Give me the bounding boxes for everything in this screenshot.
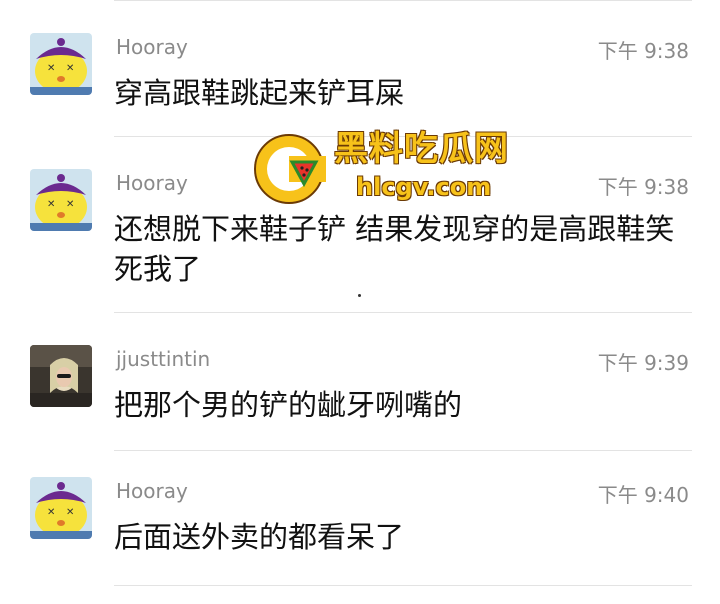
- divider: [114, 312, 692, 313]
- svg-text:✕: ✕: [66, 507, 74, 518]
- sender-name: jjusttintin: [116, 347, 211, 371]
- sender-name: Hooray: [116, 171, 188, 195]
- yellow-cartoon-avatar-icon[interactable]: ✕ ✕: [30, 169, 92, 231]
- svg-text:✕: ✕: [47, 507, 55, 518]
- watermark-domain: hlcgv.com: [356, 173, 492, 201]
- stray-dot: [358, 294, 361, 297]
- timestamp: 下午 9:40: [597, 483, 689, 507]
- timestamp: 下午 9:39: [597, 351, 689, 375]
- yellow-cartoon-avatar-icon[interactable]: ✕ ✕: [30, 33, 92, 95]
- svg-text:✕: ✕: [47, 63, 55, 74]
- svg-text:✕: ✕: [66, 199, 74, 210]
- divider: [114, 450, 692, 451]
- message-text: 后面送外卖的都看呆了: [114, 520, 405, 554]
- divider: [114, 585, 692, 586]
- timestamp: 下午 9:38: [597, 39, 689, 63]
- svg-text:✕: ✕: [47, 199, 55, 210]
- yellow-cartoon-avatar-icon[interactable]: ✕ ✕: [30, 477, 92, 539]
- chat-list: ✕ ✕ Hooray 下午 9:38 穿高跟鞋跳起来铲耳屎 ✕ ✕ Hooray…: [0, 0, 720, 604]
- photo-avatar-icon[interactable]: [30, 345, 92, 407]
- divider: [114, 0, 692, 1]
- message-text: 还想脱下来鞋子铲 结果发现穿的是高跟鞋笑死我了: [114, 212, 675, 286]
- watermark-name: 黑料吃瓜网: [334, 129, 509, 169]
- sender-name: Hooray: [116, 479, 188, 503]
- message-text: 穿高跟鞋跳起来铲耳屎: [114, 76, 405, 110]
- sender-name: Hooray: [116, 35, 188, 59]
- message-text: 把那个男的铲的龇牙咧嘴的: [114, 388, 463, 422]
- svg-text:✕: ✕: [66, 63, 74, 74]
- watermark: 黑料吃瓜网 hlcgv.com: [252, 128, 542, 208]
- watermelon-logo-icon: [254, 134, 326, 204]
- timestamp: 下午 9:38: [597, 175, 689, 199]
